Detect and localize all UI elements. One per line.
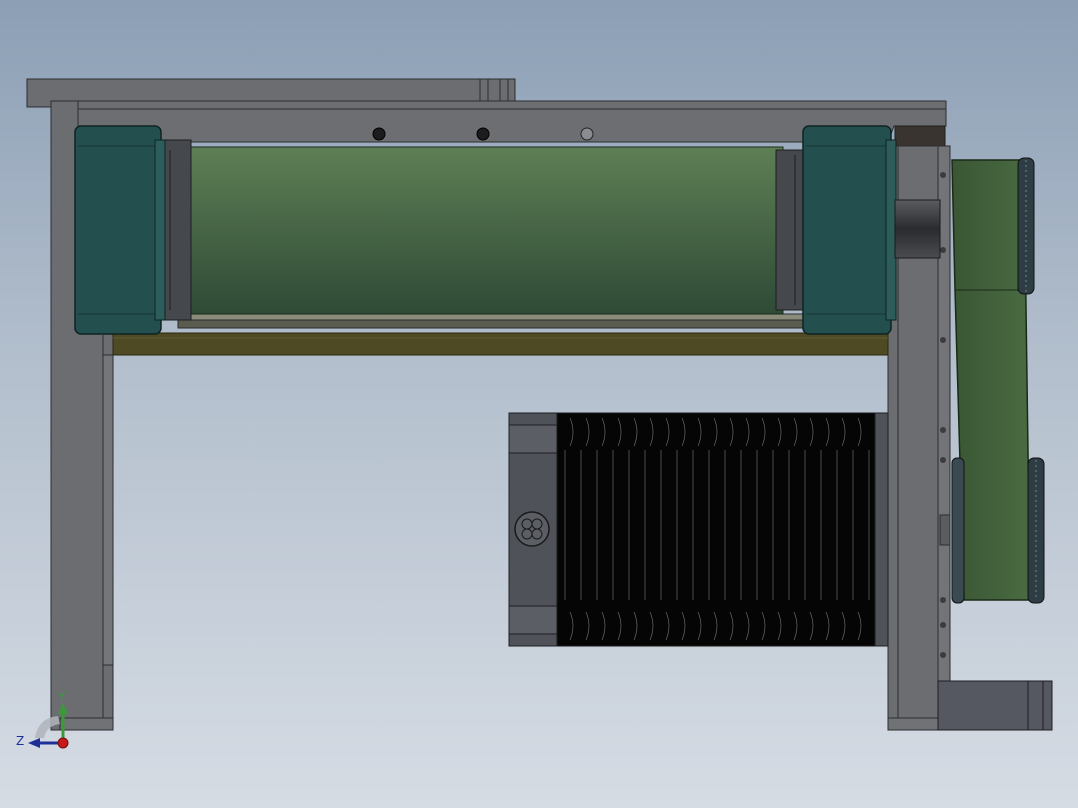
z-axis-arrowhead — [28, 738, 40, 748]
x-axis-origin — [57, 737, 69, 749]
y-axis-label: Y — [57, 690, 66, 704]
z-axis-label: Z — [16, 734, 24, 748]
cad-viewport[interactable]: Y Z — [0, 0, 1078, 808]
triad-rotation-arc — [35, 716, 60, 738]
orientation-triad[interactable]: Y Z — [0, 0, 1078, 808]
y-axis-arrowhead — [58, 703, 68, 714]
